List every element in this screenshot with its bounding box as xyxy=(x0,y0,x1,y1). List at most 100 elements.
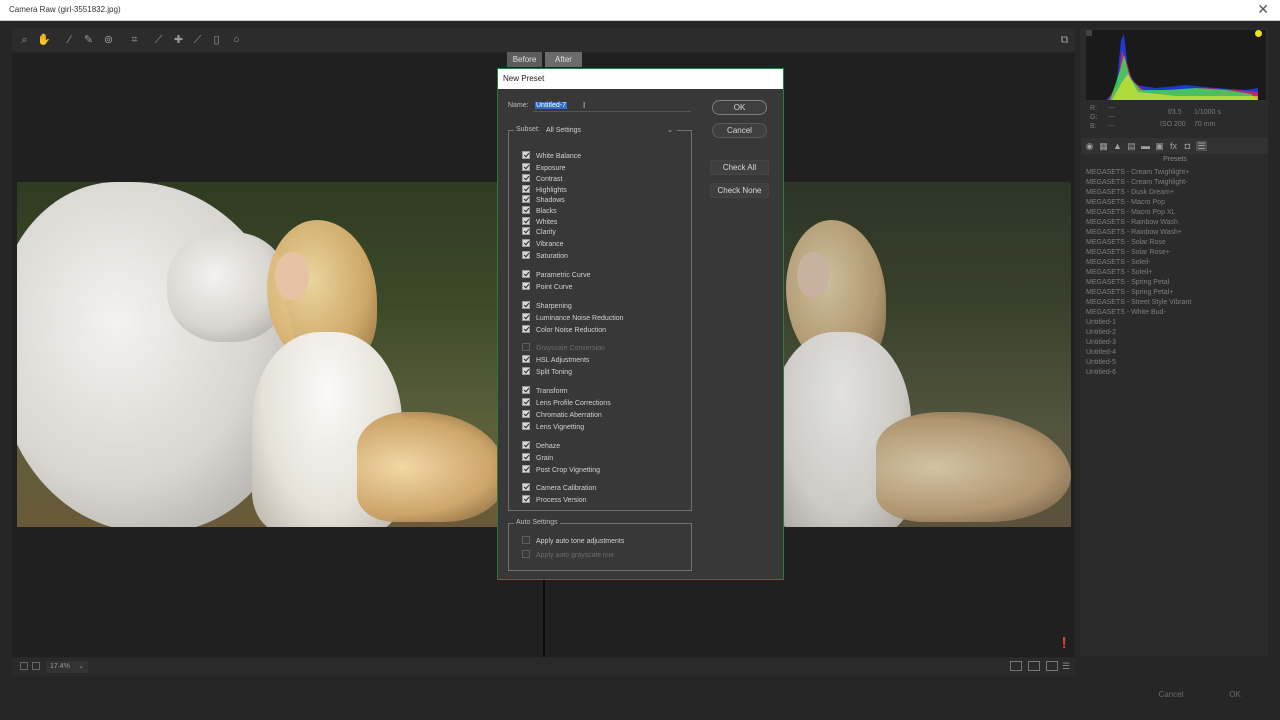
shadow-clipping-icon[interactable] xyxy=(1086,30,1092,36)
setting-checkbox-row[interactable]: Split Toning xyxy=(522,367,572,378)
lens-icon[interactable]: ▣ xyxy=(1154,141,1165,151)
preset-item[interactable]: Untitled-5 xyxy=(1086,358,1256,368)
tab-before[interactable]: Before xyxy=(507,52,542,67)
ok-button[interactable]: OK xyxy=(712,100,767,115)
close-window-icon[interactable]: ✕ xyxy=(1257,1,1269,18)
highlight-clipping-icon[interactable] xyxy=(1255,30,1262,37)
straighten-icon[interactable]: ⟋ xyxy=(152,34,165,47)
preset-item[interactable]: MEGASETS - Soleil- xyxy=(1086,258,1256,268)
setting-checkbox-row[interactable]: Camera Calibration xyxy=(522,483,596,494)
checkbox-checked[interactable] xyxy=(522,251,530,259)
preset-item[interactable]: MEGASETS - Spring Petal xyxy=(1086,278,1256,288)
setting-checkbox-row[interactable]: HSL Adjustments xyxy=(522,355,589,366)
checkbox-checked[interactable] xyxy=(522,174,530,182)
setting-checkbox-row[interactable]: Lens Profile Corrections xyxy=(522,398,611,409)
setting-checkbox-row[interactable]: Lens Vignetting xyxy=(522,422,584,433)
setting-checkbox-row[interactable]: Color Noise Reduction xyxy=(522,325,606,336)
preset-item[interactable]: MEGASETS - Solar Rose+ xyxy=(1086,248,1256,258)
color-sampler-icon[interactable]: ✎ xyxy=(82,34,95,47)
preset-item[interactable]: MEGASETS - White Bud- xyxy=(1086,308,1256,318)
setting-checkbox-row[interactable]: Point Curve xyxy=(522,282,573,293)
setting-checkbox-row[interactable]: Transform xyxy=(522,386,568,397)
setting-checkbox-row[interactable]: Exposure xyxy=(522,163,566,174)
calibration-icon[interactable]: ◘ xyxy=(1182,141,1193,151)
setting-checkbox-row[interactable]: Parametric Curve xyxy=(522,270,590,281)
setting-checkbox-row[interactable]: White Balance xyxy=(522,151,581,162)
setting-checkbox-row[interactable]: Shadows xyxy=(522,195,565,206)
setting-checkbox-row[interactable]: Grain xyxy=(522,453,553,464)
preset-item[interactable]: MEGASETS - Macro Pop XL xyxy=(1086,208,1256,218)
preset-item[interactable]: Untitled-1 xyxy=(1086,318,1256,328)
zoom-in-icon[interactable] xyxy=(32,662,40,670)
checkbox-checked[interactable] xyxy=(522,206,530,214)
setting-checkbox-row[interactable]: Clarity xyxy=(522,227,556,238)
checkbox-checked[interactable] xyxy=(522,185,530,193)
crop-icon[interactable]: ⌗ xyxy=(128,34,141,47)
detail-icon[interactable]: ▲ xyxy=(1112,141,1123,151)
effects-icon[interactable]: fx xyxy=(1168,141,1179,151)
preset-item[interactable]: MEGASETS - Spring Petal+ xyxy=(1086,288,1256,298)
swap-settings-icon[interactable] xyxy=(1028,661,1040,671)
graduated-filter-icon[interactable]: ▯ xyxy=(210,34,223,47)
footer-ok-button[interactable]: OK xyxy=(1214,688,1256,702)
checkbox-checked[interactable] xyxy=(522,239,530,247)
checkbox-checked[interactable] xyxy=(522,410,530,418)
preset-item[interactable]: MEGASETS - Street Style Vibrant xyxy=(1086,298,1256,308)
brush-icon[interactable]: ⟋ xyxy=(191,34,204,47)
checkbox-unchecked[interactable] xyxy=(522,536,530,544)
setting-checkbox-row[interactable]: Post Crop Vignetting xyxy=(522,465,600,476)
setting-checkbox-row[interactable]: Chromatic Aberration xyxy=(522,410,602,421)
setting-checkbox-row[interactable]: Sharpening xyxy=(522,301,572,312)
spot-removal-icon[interactable]: ✚ xyxy=(172,34,185,47)
checkbox-checked[interactable] xyxy=(522,422,530,430)
toggle-settings-icon[interactable]: ☰ xyxy=(1062,661,1072,671)
tone-curve-icon[interactable]: ▦ xyxy=(1098,141,1109,151)
checkbox-checked[interactable] xyxy=(522,453,530,461)
copy-settings-icon[interactable] xyxy=(1046,661,1058,671)
checkbox-checked[interactable] xyxy=(522,195,530,203)
checkbox-checked[interactable] xyxy=(522,282,530,290)
setting-checkbox-row[interactable]: Blacks xyxy=(522,206,557,217)
setting-checkbox-row[interactable]: Contrast xyxy=(522,174,562,185)
checkbox-checked[interactable] xyxy=(522,151,530,159)
checkbox-checked[interactable] xyxy=(522,313,530,321)
preset-item[interactable]: MEGASETS - Soleil+ xyxy=(1086,268,1256,278)
subset-select[interactable]: All Settings ⌄ xyxy=(542,125,677,137)
check-none-button[interactable]: Check None xyxy=(710,183,769,198)
checkbox-checked[interactable] xyxy=(522,325,530,333)
preset-item[interactable]: MEGASETS - Rainbow Wash xyxy=(1086,218,1256,228)
checkbox-checked[interactable] xyxy=(522,270,530,278)
checkbox-checked[interactable] xyxy=(522,227,530,235)
checkbox-checked[interactable] xyxy=(522,386,530,394)
footer-cancel-button[interactable]: Cancel xyxy=(1150,688,1192,702)
basic-icon[interactable]: ◉ xyxy=(1084,141,1095,151)
checkbox-checked[interactable] xyxy=(522,217,530,225)
zoom-icon[interactable]: ⌕ xyxy=(18,34,31,47)
setting-checkbox-row[interactable]: Saturation xyxy=(522,251,568,262)
setting-checkbox-row[interactable]: Dehaze xyxy=(522,441,560,452)
zoom-level-select[interactable]: 17.4% ⌄ xyxy=(46,661,88,673)
zoom-out-icon[interactable] xyxy=(20,662,28,670)
before-after-view-icon[interactable] xyxy=(1010,661,1022,671)
radial-filter-icon[interactable]: ○ xyxy=(230,34,243,47)
fullscreen-icon[interactable]: ⧉ xyxy=(1058,34,1071,47)
preset-item[interactable]: MEGASETS - Dusk Dream+ xyxy=(1086,188,1256,198)
preset-item[interactable]: Untitled-3 xyxy=(1086,338,1256,348)
checkbox-checked[interactable] xyxy=(522,367,530,375)
hand-icon[interactable]: ✋ xyxy=(37,34,51,47)
preset-item[interactable]: MEGASETS - Macro Pop xyxy=(1086,198,1256,208)
presets-icon[interactable]: ☰ xyxy=(1196,141,1207,151)
preset-item[interactable]: MEGASETS - Solar Rose xyxy=(1086,238,1256,248)
checkbox-checked[interactable] xyxy=(522,441,530,449)
preset-name-input[interactable]: Untitled-7 xyxy=(533,99,691,112)
checkbox-checked[interactable] xyxy=(522,398,530,406)
setting-checkbox-row[interactable]: Luminance Noise Reduction xyxy=(522,313,624,324)
checkbox-checked[interactable] xyxy=(522,495,530,503)
white-balance-icon[interactable]: ⁄ xyxy=(63,34,76,47)
preset-item[interactable]: MEGASETS - Cream Twighlight+ xyxy=(1086,168,1256,178)
checkbox-checked[interactable] xyxy=(522,465,530,473)
checkbox-checked[interactable] xyxy=(522,483,530,491)
preset-item[interactable]: MEGASETS - Rainbow Wash+ xyxy=(1086,228,1256,238)
hsl-icon[interactable]: ▤ xyxy=(1126,141,1137,151)
check-all-button[interactable]: Check All xyxy=(710,160,769,175)
